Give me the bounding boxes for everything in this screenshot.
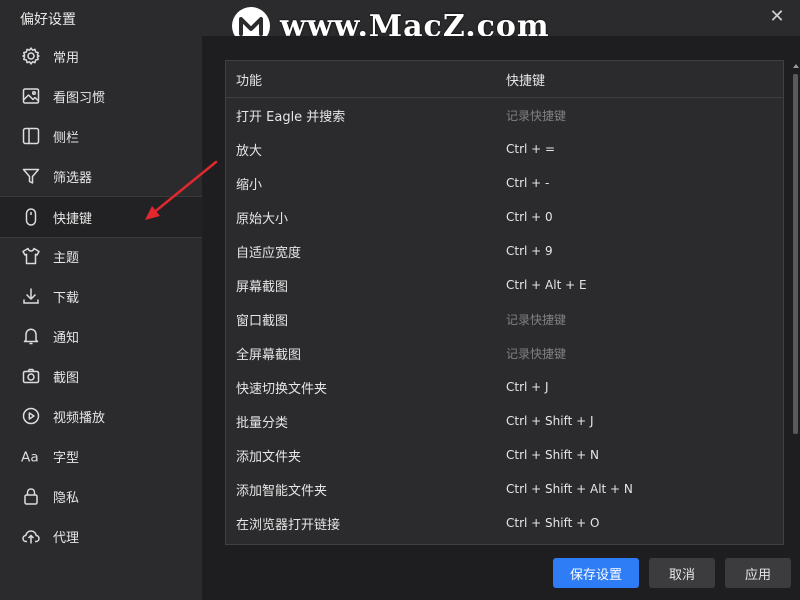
sidebar-item[interactable]: 代理 [0,516,202,556]
table-header: 功能 快捷键 [226,61,783,98]
sidebar-item-label: 字型 [53,450,80,466]
sidebar-item-label: 通知 [53,330,80,346]
window-title: 偏好设置 [20,12,76,28]
scroll-up-arrow-icon[interactable] [793,64,799,68]
close-icon[interactable]: ✕ [768,8,786,26]
shortcut-key-field[interactable]: 记录快捷键 [506,107,566,124]
shortcut-key-field[interactable]: Ctrl + Alt + E [506,278,587,292]
table-row: 全屏幕截图 记录快捷键 [226,336,783,370]
sidebar-icon [21,126,41,146]
shortcut-function-label: 打开 Eagle 并搜索 [236,109,346,125]
shortcut-function-label: 屏幕截图 [236,279,289,295]
cancel-button[interactable]: 取消 [649,558,715,588]
header-function: 功能 [236,73,263,89]
sidebar-item[interactable]: 隐私 [0,476,202,516]
sidebar-item-label: 快捷键 [53,211,93,227]
table-row: 缩小 Ctrl + - [226,166,783,200]
image-icon [21,86,41,106]
shortcut-key-field[interactable]: Ctrl + 9 [506,244,553,258]
shortcut-key-field[interactable]: Ctrl + 0 [506,210,553,224]
apply-button[interactable]: 应用 [725,558,791,588]
shirt-icon [21,246,41,266]
cloud-upload-icon [21,526,41,546]
sidebar-item[interactable]: 截图 [0,356,202,396]
shortcut-key-field[interactable]: Ctrl + Shift + N [506,448,599,462]
table-row: 在浏览器打开链接 Ctrl + Shift + O [226,506,783,540]
svg-text:Aa: Aa [21,449,39,465]
filter-icon [21,166,41,186]
scrollbar[interactable] [793,60,799,543]
shortcut-function-label: 快速切换文件夹 [236,381,328,397]
shortcut-table: 功能 快捷键 打开 Eagle 并搜索 记录快捷键 放大 Ctrl + = 缩小 Ctrl… [225,60,784,545]
table-row: 放大 Ctrl + = [226,132,783,166]
sidebar-item-label: 主题 [53,250,80,266]
sidebar-item-label: 截图 [53,370,80,386]
shortcut-key-field[interactable]: Ctrl + Shift + O [506,516,599,530]
sidebar-item-label: 视频播放 [53,410,106,426]
sidebar-item-label: 常用 [53,50,80,66]
sidebar-item-label: 侧栏 [53,130,80,146]
shortcut-key-field[interactable]: 记录快捷键 [506,345,566,362]
sidebar-item[interactable]: 筛选器 [0,156,202,196]
shortcut-key-field[interactable]: Ctrl + - [506,176,549,190]
table-row: 添加文件夹 Ctrl + Shift + N [226,438,783,472]
table-body: 打开 Eagle 并搜索 记录快捷键 放大 Ctrl + = 缩小 Ctrl + - 原始大… [226,98,783,540]
shortcut-function-label: 原始大小 [236,211,289,227]
shortcut-key-field[interactable]: 记录快捷键 [506,311,566,328]
shortcut-function-label: 自适应宽度 [236,245,302,261]
bell-icon [21,326,41,346]
shortcut-function-label: 添加文件夹 [236,449,302,465]
shortcut-function-label: 缩小 [236,177,263,193]
sidebar-item[interactable]: 主题 [0,236,202,276]
sidebar-item[interactable]: Aa 字型 [0,436,202,476]
shortcut-function-label: 窗口截图 [236,313,289,329]
shortcut-function-label: 批量分类 [236,415,289,431]
sidebar-item[interactable]: 常用 [0,36,202,76]
table-row: 窗口截图 记录快捷键 [226,302,783,336]
sidebar-item-label: 筛选器 [53,170,93,186]
table-row: 打开 Eagle 并搜索 记录快捷键 [226,98,783,132]
font-icon: Aa [21,446,41,466]
sidebar-item-label: 看图习惯 [53,90,106,106]
table-row: 快速切换文件夹 Ctrl + J [226,370,783,404]
shortcut-function-label: 全屏幕截图 [236,347,302,363]
shortcut-key-field[interactable]: Ctrl + Shift + J [506,414,594,428]
shortcut-function-label: 添加智能文件夹 [236,483,328,499]
table-row: 添加智能文件夹 Ctrl + Shift + Alt + N [226,472,783,506]
sidebar-item-label: 隐私 [53,490,80,506]
gear-icon [21,46,41,66]
shortcut-key-field[interactable]: Ctrl + Shift + Alt + N [506,482,633,496]
title-bar: 偏好设置 ✕ [0,0,800,36]
sidebar-item-label: 代理 [53,530,80,546]
table-row: 原始大小 Ctrl + 0 [226,200,783,234]
shortcut-function-label: 在浏览器打开链接 [236,517,341,533]
sidebar: 常用看图习惯侧栏筛选器快捷键主题下载通知截图视频播放 Aa 字型隐私代理 [0,36,203,600]
sidebar-item[interactable]: 下载 [0,276,202,316]
shortcut-key-field[interactable]: Ctrl + = [506,142,555,156]
play-icon [21,406,41,426]
table-row: 自适应宽度 Ctrl + 9 [226,234,783,268]
sidebar-item[interactable]: 侧栏 [0,116,202,156]
shortcut-function-label: 放大 [236,143,263,159]
header-shortcut: 快捷键 [506,73,546,89]
sidebar-item[interactable]: 看图习惯 [0,76,202,116]
sidebar-item[interactable]: 视频播放 [0,396,202,436]
camera-icon [21,366,41,386]
sidebar-item[interactable]: 快捷键 [0,196,202,238]
sidebar-item[interactable]: 通知 [0,316,202,356]
mouse-icon [21,207,41,227]
table-row: 批量分类 Ctrl + Shift + J [226,404,783,438]
download-icon [21,286,41,306]
sidebar-item-label: 下载 [53,290,80,306]
scroll-thumb[interactable] [793,74,798,434]
shortcut-key-field[interactable]: Ctrl + J [506,380,549,394]
table-row: 屏幕截图 Ctrl + Alt + E [226,268,783,302]
lock-icon [21,486,41,506]
shortcut-panel: 功能 快捷键 打开 Eagle 并搜索 记录快捷键 放大 Ctrl + = 缩小 Ctrl… [203,36,800,600]
save-settings-button[interactable]: 保存设置 [553,558,639,588]
